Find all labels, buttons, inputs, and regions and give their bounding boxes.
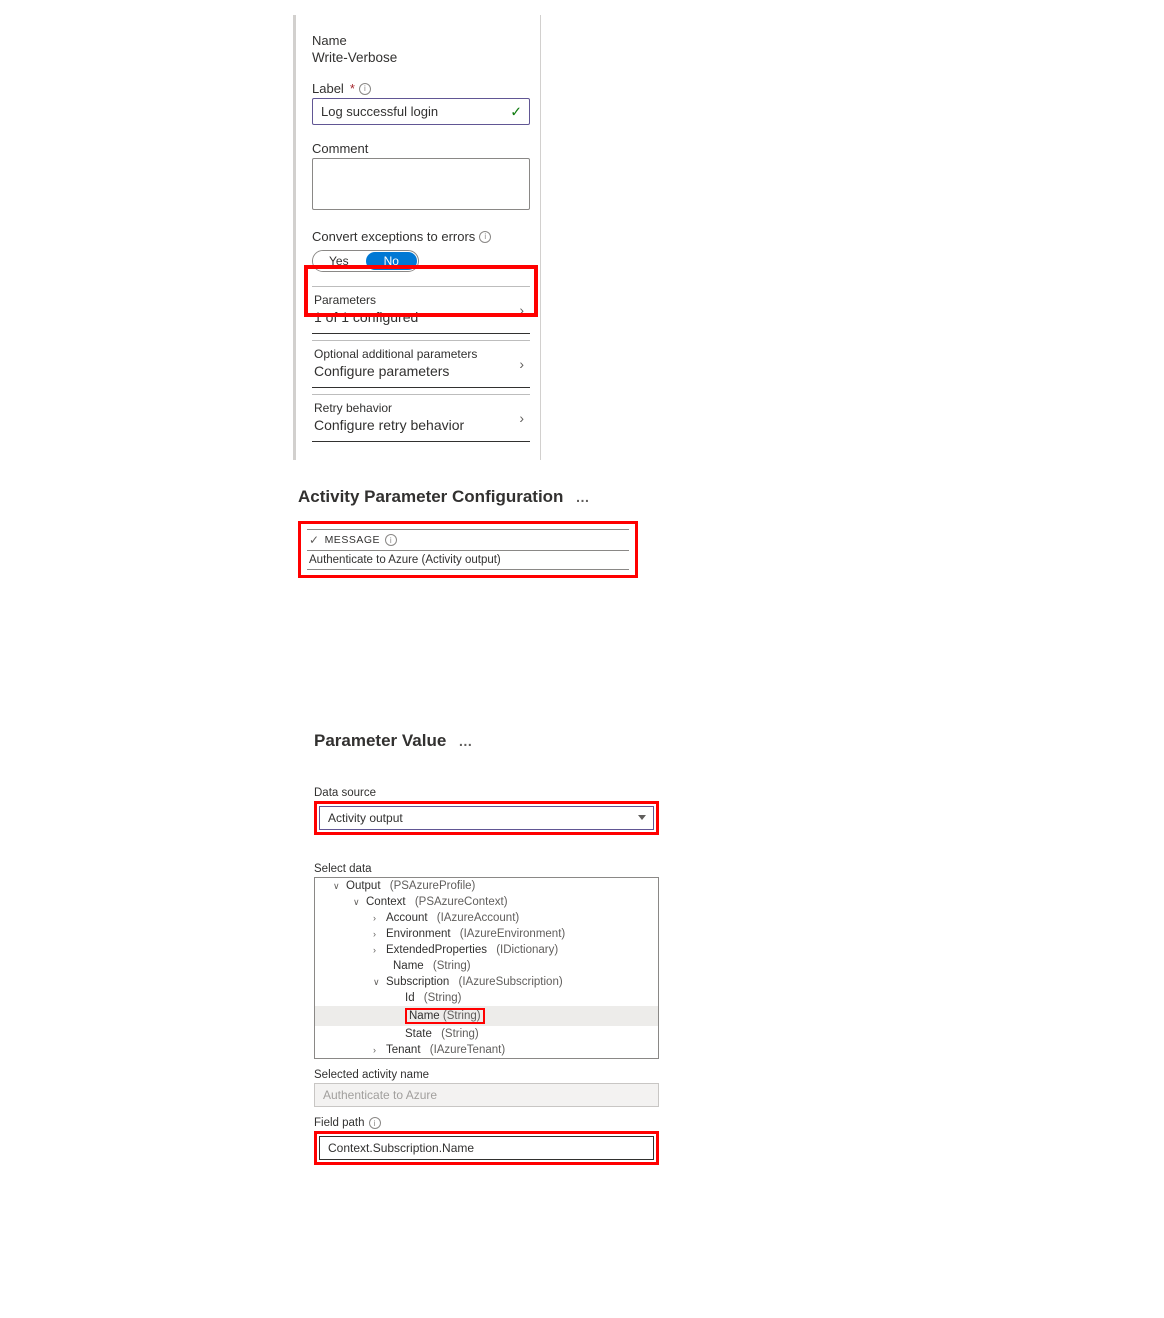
tree-node-account[interactable]: ›Account (IAzureAccount): [315, 910, 658, 926]
data-tree: ∨Output (PSAzureProfile) ∨Context (PSAzu…: [314, 877, 659, 1059]
chevron-down-icon: ∨: [373, 977, 383, 988]
info-icon[interactable]: i: [385, 534, 397, 546]
tree-node-sub-name[interactable]: Name (String): [315, 1006, 658, 1026]
toggle-no[interactable]: No: [366, 252, 417, 270]
selected-activity-label: Selected activity name: [314, 1069, 659, 1081]
tree-node-environment[interactable]: ›Environment (IAzureEnvironment): [315, 926, 658, 942]
tree-node-context[interactable]: ∨Context (PSAzureContext): [315, 894, 658, 910]
info-icon[interactable]: i: [479, 231, 491, 243]
comment-input[interactable]: [312, 158, 530, 210]
chevron-right-icon: ›: [373, 1045, 383, 1055]
name-label: Name: [312, 33, 530, 48]
field-path-label: Field path i: [314, 1117, 659, 1129]
highlight-box: [314, 1131, 659, 1165]
message-param-value[interactable]: Authenticate to Azure (Activity output): [307, 551, 629, 570]
parameter-value-panel: Parameter Value … Data source Activity o…: [314, 731, 659, 1165]
check-icon: ✓: [510, 103, 522, 120]
label-label: Label* i: [312, 81, 530, 96]
panel-title: Activity Parameter Configuration …: [298, 487, 638, 507]
parameters-nav[interactable]: Parameters 1 of 1 configured ›: [312, 286, 530, 334]
tree-node-output[interactable]: ∨Output (PSAzureProfile): [315, 878, 658, 894]
more-icon[interactable]: …: [458, 733, 473, 749]
check-icon: ✓: [309, 533, 320, 547]
name-value: Write-Verbose: [312, 50, 530, 65]
data-source-select[interactable]: Activity output: [319, 806, 654, 830]
tree-node-name[interactable]: Name (String): [315, 958, 658, 974]
more-icon[interactable]: …: [575, 489, 590, 505]
retry-behavior-nav[interactable]: Retry behavior Configure retry behavior …: [312, 394, 530, 442]
field-path-input[interactable]: [319, 1136, 654, 1160]
toggle-yes[interactable]: Yes: [313, 251, 365, 271]
highlight-box: Name (String): [405, 1008, 485, 1024]
info-icon[interactable]: i: [369, 1117, 381, 1129]
tree-node-tenant[interactable]: ›Tenant (IAzureTenant): [315, 1042, 658, 1058]
chevron-right-icon: ›: [373, 929, 383, 939]
panel-title: Parameter Value …: [314, 731, 659, 751]
chevron-right-icon: ›: [373, 945, 383, 955]
chevron-right-icon: ›: [519, 356, 524, 372]
convert-exceptions-label: Convert exceptions to errors i: [312, 229, 530, 244]
tree-node-state[interactable]: State (String): [315, 1026, 658, 1042]
tree-node-extprops[interactable]: ›ExtendedProperties (IDictionary): [315, 942, 658, 958]
convert-exceptions-toggle[interactable]: Yes No: [312, 250, 419, 272]
required-star: *: [350, 81, 355, 96]
chevron-down-icon: ∨: [353, 897, 363, 908]
activity-properties-panel: Name Write-Verbose Label* i ✓ Comment Co…: [293, 15, 541, 460]
activity-parameter-config-panel: Activity Parameter Configuration … ✓ MES…: [298, 487, 638, 578]
message-param-header[interactable]: ✓ MESSAGE i: [307, 529, 629, 551]
chevron-right-icon: ›: [519, 302, 524, 318]
tree-node-subscription[interactable]: ∨Subscription (IAzureSubscription): [315, 974, 658, 990]
selected-activity-input: [314, 1083, 659, 1107]
comment-label: Comment: [312, 141, 530, 156]
chevron-down-icon: ∨: [333, 881, 343, 892]
chevron-right-icon: ›: [519, 410, 524, 426]
data-source-label: Data source: [314, 787, 659, 799]
label-input[interactable]: [312, 98, 530, 125]
optional-params-nav[interactable]: Optional additional parameters Configure…: [312, 340, 530, 388]
highlight-box: Activity output: [314, 801, 659, 835]
chevron-right-icon: ›: [373, 913, 383, 923]
highlight-box: ✓ MESSAGE i Authenticate to Azure (Activ…: [298, 521, 638, 578]
info-icon[interactable]: i: [359, 83, 371, 95]
select-data-label: Select data: [314, 863, 659, 875]
tree-node-id[interactable]: Id (String): [315, 990, 658, 1006]
